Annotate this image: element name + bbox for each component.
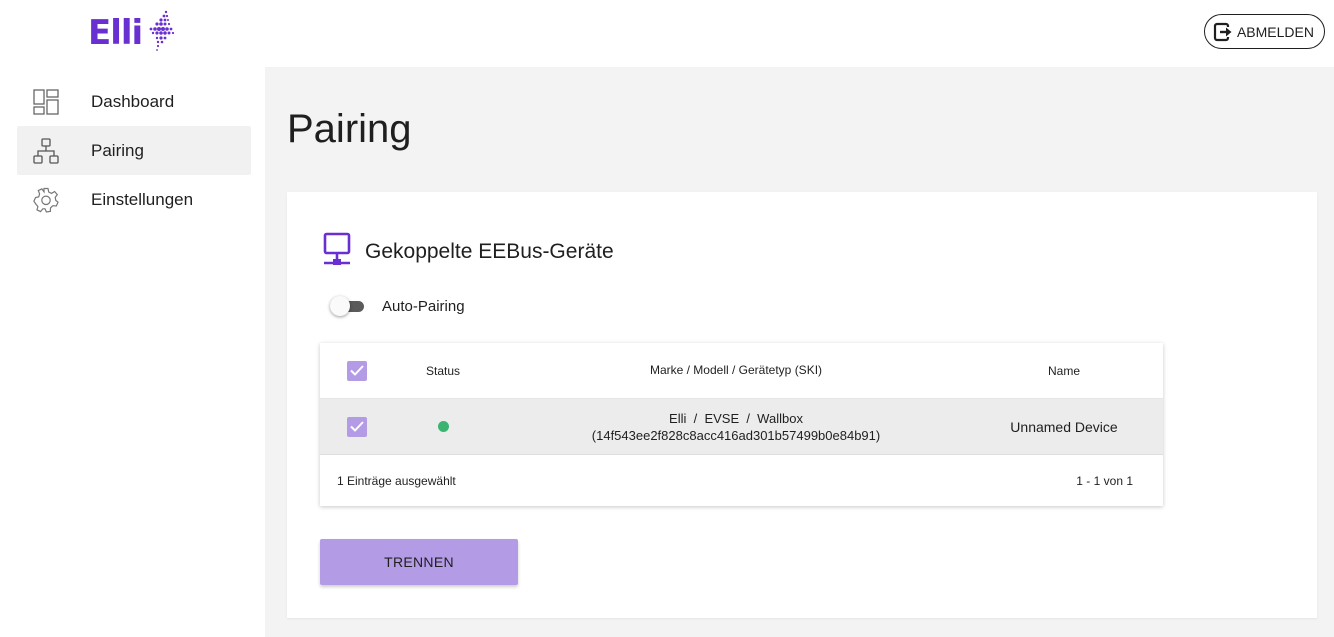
pagination-info: 1 - 1 von 1: [1076, 473, 1133, 488]
table-row[interactable]: Elli / EVSE / Wallbox (14f543ee2f828c8ac…: [320, 399, 1163, 455]
sidebar-item-label: Dashboard: [91, 91, 175, 111]
sidebar-item-pairing[interactable]: Pairing: [17, 126, 251, 175]
auto-pairing-row: Auto-Pairing: [330, 296, 465, 316]
model-cell: Elli / EVSE / Wallbox (14f543ee2f828c8ac…: [550, 399, 922, 454]
gear-icon: [32, 186, 60, 214]
table-footer: 1 Einträge ausgewählt 1 - 1 von 1: [320, 455, 1163, 506]
logout-label: ABMELDEN: [1236, 23, 1314, 40]
select-all-checkbox[interactable]: [347, 361, 367, 381]
ski-line: (14f543ee2f828c8acc416ad301b57499b0e84b9…: [591, 427, 881, 443]
main-content: Pairing Gekoppelte EEBus-Geräte Auto-Pai…: [265, 67, 1334, 637]
network-icon: [32, 137, 60, 165]
sidebar-item-dashboard[interactable]: Dashboard: [17, 77, 251, 126]
row-checkbox[interactable]: [347, 417, 367, 437]
sidebar-item-einstellungen[interactable]: Einstellungen: [17, 175, 251, 224]
logout-icon: [1213, 22, 1233, 42]
auto-pairing-toggle[interactable]: [330, 296, 366, 316]
disconnect-button[interactable]: TRENNEN: [320, 539, 518, 585]
name-cell: Unnamed Device: [1010, 418, 1118, 435]
devices-table: Status Marke / Modell / Gerätetyp (SKI) …: [320, 343, 1163, 506]
table-header-row: Status Marke / Modell / Gerätetyp (SKI) …: [320, 343, 1163, 399]
paired-devices-card: Gekoppelte EEBus-Geräte Auto-Pairing Sta…: [287, 192, 1317, 618]
column-header-name[interactable]: Name: [980, 343, 1148, 398]
sidebar-nav: Dashboard Pairing Einstellungen: [17, 77, 251, 224]
status-cell: [410, 399, 476, 454]
sidebar-item-label: Einstellungen: [91, 189, 194, 209]
auto-pairing-label: Auto-Pairing: [382, 297, 465, 315]
card-header: Gekoppelte EEBus-Geräte: [322, 232, 614, 271]
sidebar-item-label: Pairing: [91, 140, 144, 160]
toggle-knob: [330, 296, 350, 316]
selected-count: 1 Einträge ausgewählt: [337, 473, 456, 488]
card-title: Gekoppelte EEBus-Geräte: [365, 239, 614, 263]
logout-button[interactable]: ABMELDEN: [1203, 14, 1325, 49]
model-line: Elli / EVSE / Wallbox: [669, 410, 803, 426]
elli-logo: Elli: [88, 8, 176, 58]
computer-network-icon: [322, 232, 354, 271]
page-title: Pairing: [287, 107, 412, 151]
column-header-status[interactable]: Status: [410, 343, 476, 398]
column-header-model[interactable]: Marke / Modell / Gerätetyp (SKI): [550, 343, 922, 398]
elli-spark-logo-icon: [146, 9, 176, 58]
logo-text: Elli: [88, 13, 143, 53]
status-online-dot: [437, 421, 449, 432]
dashboard-grid-icon: [32, 88, 60, 116]
